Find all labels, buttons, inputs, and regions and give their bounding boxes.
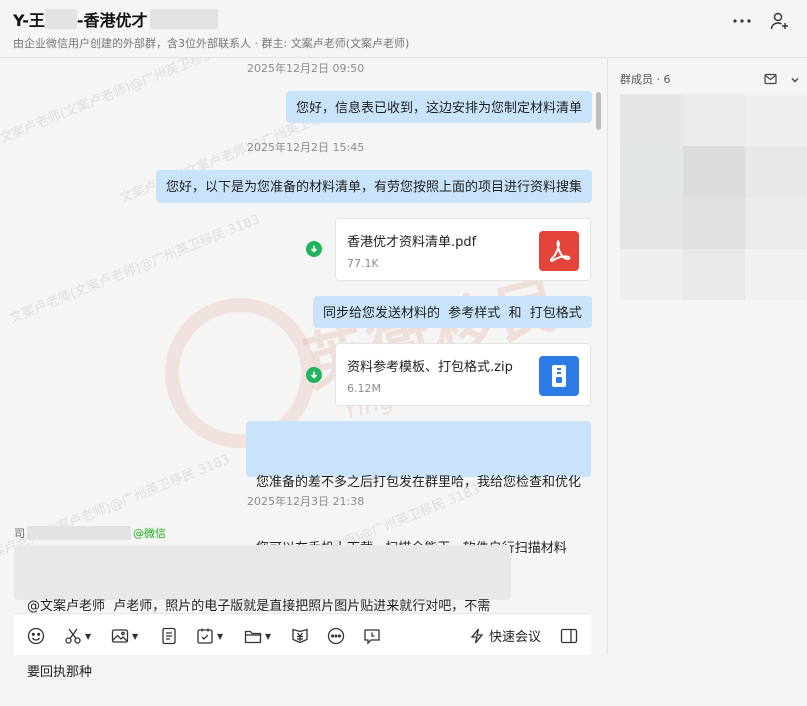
chat-header: Y-王 -香港优才 由企业微信用户创建的外部群，含3位外部联系人 · 群主: 文… [0, 0, 807, 58]
title-prefix: Y-王 [13, 11, 45, 30]
redacted-name [27, 526, 131, 540]
timestamp: 2025年12月3日 21:38 [247, 495, 365, 508]
message-bubble[interactable]: @文案卢老师 卢老师，照片的电子版就是直接把照片图片贴进来就行对吧，不需 要回执… [14, 545, 511, 680]
file-name: 香港优才资料清单.pdf [347, 235, 477, 250]
composer-toolbar: ▼ ▼ ▼ ▼ 快速会议 [14, 613, 591, 655]
member-avatars-blurred [620, 94, 807, 300]
scrollbar[interactable] [596, 92, 601, 130]
chevron-down-icon[interactable]: ▼ [265, 632, 271, 641]
sender-prefix: 司 [14, 527, 25, 540]
file-size: 77.1K [347, 257, 379, 270]
file-name: 资料参考模板、打包格式.zip [347, 360, 513, 375]
sender-name[interactable]: 司 @微信 [14, 525, 166, 541]
emoji-icon[interactable] [27, 626, 45, 646]
chat-title[interactable]: Y-王 -香港优才 [13, 8, 218, 30]
payment-icon[interactable] [291, 626, 309, 646]
pdf-icon [539, 231, 579, 271]
message-bubble[interactable]: 您好，信息表已收到，这边安排为您制定材料清单 [286, 91, 593, 123]
timestamp: 2025年12月2日 15:45 [247, 141, 365, 154]
message-bubble[interactable]: 您好，以下是为您准备的材料清单，有劳您按照上面的项目进行资料搜集 [156, 170, 593, 203]
message-line: 要回执那种 [27, 665, 93, 680]
message-line: 您准备的差不多之后打包发在群里哈，我给您检查和优化 [256, 475, 582, 490]
more-dots-icon[interactable] [327, 626, 345, 646]
message-bubble[interactable]: 同步给您发送材料的 参考样式 和 打包格式 [313, 296, 592, 328]
chevron-down-icon[interactable]: ▼ [132, 632, 138, 641]
timestamp: 2025年12月2日 09:50 [247, 62, 365, 75]
mail-icon[interactable] [764, 70, 777, 89]
chevron-down-icon[interactable]: ▼ [217, 632, 223, 641]
quick-meeting-button[interactable]: 快速会议 [469, 626, 541, 645]
watermark-text: 文案卢老师(文案卢老师)@广州英卫移民 3183 [7, 212, 263, 327]
file-message-pdf[interactable]: 香港优才资料清单.pdf 77.1K [335, 218, 591, 281]
wechat-tag: @微信 [133, 527, 166, 540]
todo-icon[interactable]: ▼ [196, 626, 223, 646]
file-size: 6.12M [347, 382, 381, 395]
chevron-down-icon[interactable]: ▼ [85, 632, 91, 641]
group-subtitle: 由企业微信用户创建的外部群，含3位外部联系人 · 群主: 文案卢老师(文案卢老师… [13, 37, 410, 50]
doc-icon[interactable] [160, 626, 178, 646]
redacted-name [149, 9, 218, 29]
image-icon[interactable]: ▼ [111, 626, 138, 646]
scissors-icon[interactable]: ▼ [64, 626, 91, 646]
message-bubble[interactable]: 您准备的差不多之后打包发在群里哈，我给您检查和优化 您可以在手机上下载 扫描全能… [246, 421, 591, 556]
download-icon[interactable] [306, 367, 322, 383]
lightning-icon [470, 628, 484, 643]
file-message-zip[interactable]: 资料参考模板、打包格式.zip 6.12M [335, 343, 591, 406]
clock-icon[interactable] [363, 626, 381, 646]
zip-icon [539, 356, 579, 396]
more-icon[interactable] [731, 10, 753, 32]
redacted-name [44, 9, 77, 29]
members-label: 群成员 · 6 [620, 73, 671, 86]
download-icon[interactable] [306, 241, 322, 257]
folder-icon[interactable]: ▼ [244, 626, 271, 646]
member-panel: 群成员 · 6 [607, 58, 807, 655]
chevron-down-icon[interactable] [790, 70, 800, 89]
title-suffix: -香港优才 [76, 11, 148, 30]
add-member-icon[interactable] [769, 10, 791, 32]
watermark-text: 文案卢老师(文案卢老师)@广州英卫移民 3183 [0, 58, 253, 147]
quick-meeting-label: 快速会议 [489, 630, 542, 645]
sidebar-toggle-icon[interactable] [560, 626, 578, 646]
